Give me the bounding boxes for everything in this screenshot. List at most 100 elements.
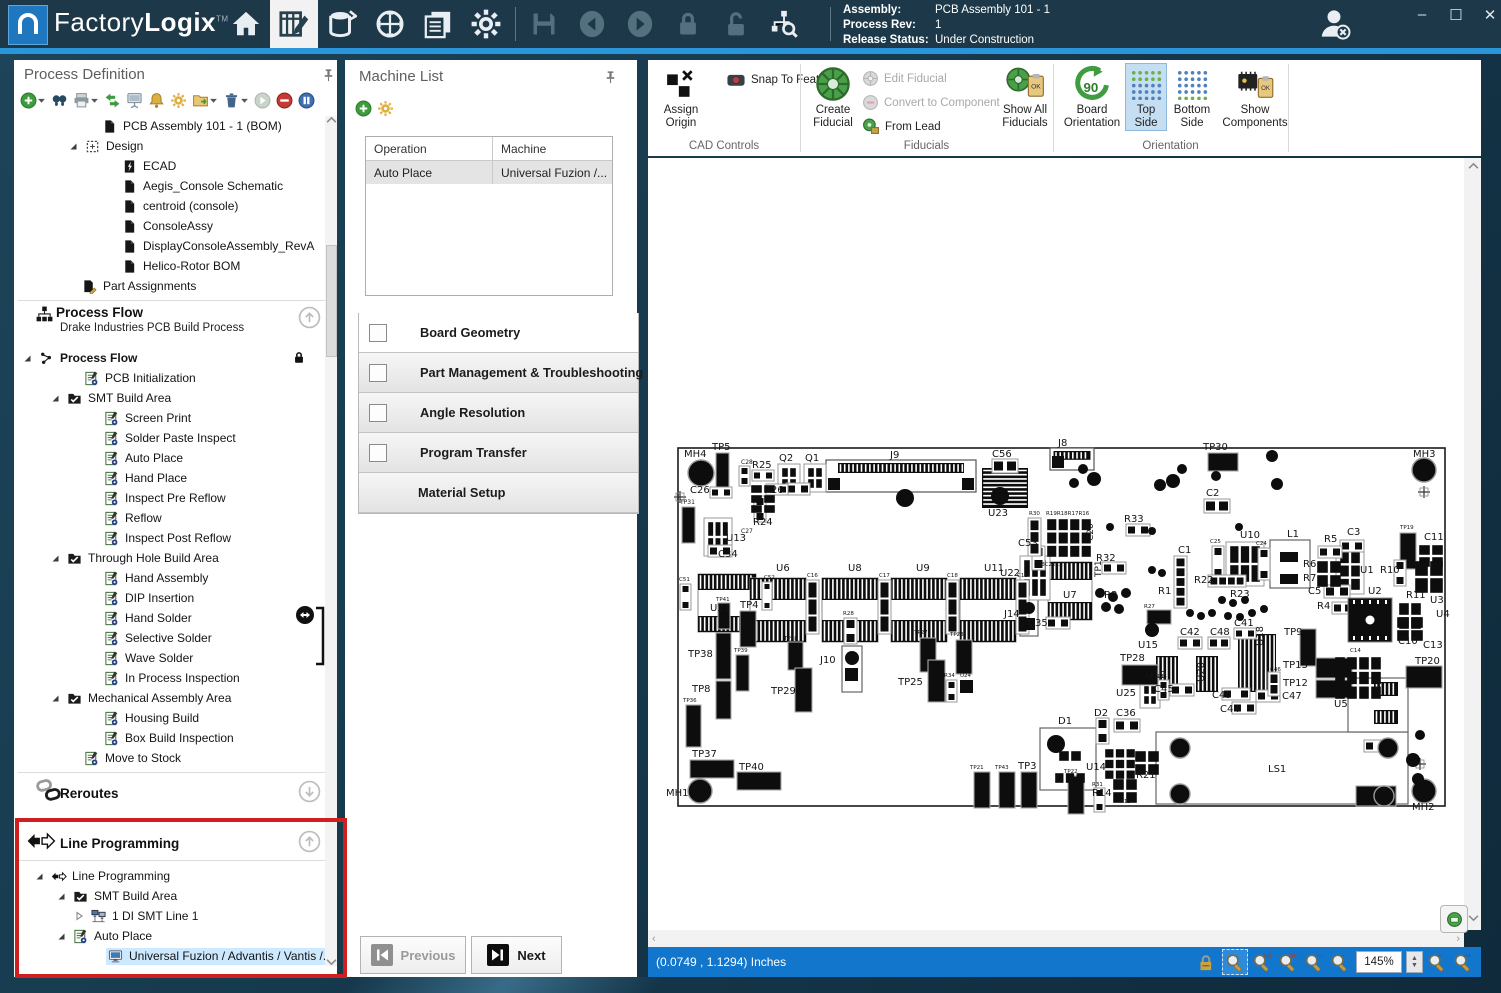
left-panel-scrollbar[interactable]: [325, 116, 337, 966]
tab-checkbox[interactable]: [369, 324, 387, 342]
tree-item-universal-fuzion-advantis-vantis[interactable]: Universal Fuzion / Advantis / Vantis /..…: [14, 946, 324, 966]
tree-item-auto-place[interactable]: Auto Place: [14, 448, 324, 468]
tree-item-auto-place[interactable]: Auto Place: [14, 926, 324, 946]
tree-item-pcb-initialization[interactable]: PCB Initialization: [14, 368, 324, 388]
tree-item-design[interactable]: Design: [14, 136, 324, 156]
machine-row[interactable]: Auto PlaceUniversal Fuzion /...: [366, 161, 612, 184]
tree-item-reflow[interactable]: Reflow: [14, 508, 324, 528]
pause-icon[interactable]: [298, 92, 315, 109]
zoom-in-fast-icon[interactable]: ++: [1451, 950, 1475, 974]
print-icon[interactable]: [73, 92, 99, 109]
alert-icon[interactable]: [148, 92, 165, 109]
audit-search-icon[interactable]: [760, 0, 808, 48]
show-components-button[interactable]: OK Show Components: [1220, 64, 1290, 130]
zoom-100-icon[interactable]: 100: [1250, 950, 1274, 974]
tab-material-setup[interactable]: Material Setup: [359, 473, 638, 513]
remove-icon[interactable]: [276, 92, 293, 109]
go-icon[interactable]: [254, 92, 271, 109]
tree-item-smt-build-area[interactable]: SMT Build Area: [14, 388, 324, 408]
home-icon[interactable]: [222, 0, 270, 48]
gear-icon[interactable]: [170, 92, 187, 109]
tree-item-hand-solder[interactable]: Hand Solder: [14, 608, 324, 628]
lock-icon[interactable]: [664, 0, 712, 48]
tree-item-displayconsoleassembly-reva[interactable]: DisplayConsoleAssembly_RevA: [14, 236, 324, 256]
zoom-out-icon[interactable]: −−: [1302, 950, 1326, 974]
tree-item-screen-print[interactable]: Screen Print: [14, 408, 324, 428]
tree-item-ecad[interactable]: ECAD: [14, 156, 324, 176]
column-header-machine[interactable]: Machine: [493, 137, 612, 160]
find-icon[interactable]: [51, 92, 68, 109]
scroll-up-icon[interactable]: [326, 116, 337, 124]
tree-item-hand-assembly[interactable]: Hand Assembly: [14, 568, 324, 588]
add-icon[interactable]: [20, 92, 46, 109]
collapsed-expander-icon[interactable]: [74, 911, 86, 921]
tab-checkbox[interactable]: [369, 444, 387, 462]
scroll-down-icon[interactable]: [1468, 914, 1479, 922]
assign-origin-button[interactable]: Assign Origin: [652, 64, 710, 130]
forward-icon[interactable]: [616, 0, 664, 48]
expanded-expander-icon[interactable]: [56, 891, 68, 901]
board-orientation-button[interactable]: 90 Board Orientation: [1060, 64, 1124, 130]
expanded-expander-icon[interactable]: [50, 553, 62, 563]
tree-item-in-process-inspection[interactable]: In Process Inspection: [14, 668, 324, 688]
tree-item-inspect-post-reflow[interactable]: Inspect Post Reflow: [14, 528, 324, 548]
gear-icon[interactable]: [377, 100, 394, 117]
tree-item-aegis-console-schematic[interactable]: Aegis_Console Schematic: [14, 176, 324, 196]
export-icon[interactable]: [192, 92, 218, 109]
tab-part-management-troubleshooting[interactable]: Part Management & Troubleshooting: [359, 353, 638, 393]
scroll-down-icon[interactable]: [326, 958, 337, 966]
zoom-level-value[interactable]: 145%: [1356, 951, 1402, 973]
tab-checkbox[interactable]: [369, 404, 387, 422]
maximize-button[interactable]: ☐: [1446, 6, 1466, 24]
expanded-expander-icon[interactable]: [56, 931, 68, 941]
pin-icon[interactable]: [321, 68, 336, 83]
tree-item-selective-solder[interactable]: Selective Solder: [14, 628, 324, 648]
scroll-left-icon[interactable]: ‹: [652, 933, 656, 945]
tree-item-move-to-stock[interactable]: Move to Stock: [14, 748, 324, 768]
edit-fiducial-button[interactable]: Edit Fiducial: [862, 70, 947, 87]
scrollbar-thumb[interactable]: [326, 245, 337, 357]
zoom-all-icon[interactable]: ALL: [1276, 950, 1300, 974]
presentation-icon[interactable]: [126, 92, 143, 109]
close-button[interactable]: ✕: [1480, 6, 1500, 24]
top-side-button[interactable]: Top Side: [1126, 64, 1166, 130]
tree-item-1-di-smt-line-1[interactable]: 1 DI SMT Line 1: [14, 906, 324, 926]
layers-quick-button[interactable]: [1440, 905, 1468, 933]
pan-lock-icon[interactable]: [1196, 950, 1220, 974]
tree-item-line-programming[interactable]: Line Programming: [14, 866, 324, 886]
add-icon[interactable]: [355, 100, 372, 117]
expanded-expander-icon[interactable]: [34, 871, 46, 881]
tab-board-geometry[interactable]: Board Geometry: [359, 313, 638, 353]
scroll-up-icon[interactable]: [1468, 162, 1479, 170]
expanded-expander-icon[interactable]: [22, 353, 34, 363]
scroll-right-icon[interactable]: ›: [1456, 933, 1460, 945]
back-icon[interactable]: [568, 0, 616, 48]
tree-item-box-build-inspection[interactable]: Box Build Inspection: [14, 728, 324, 748]
tree-item-solder-paste-inspect[interactable]: Solder Paste Inspect: [14, 428, 324, 448]
delete-icon[interactable]: [223, 92, 249, 109]
tab-checkbox[interactable]: [369, 364, 387, 382]
previous-button[interactable]: Previous: [360, 936, 466, 974]
tree-item-smt-build-area[interactable]: SMT Build Area: [14, 886, 324, 906]
reports-icon[interactable]: [414, 0, 462, 48]
show-all-fiducials-button[interactable]: OK Show All Fiducials: [996, 64, 1054, 130]
zoom-window-icon[interactable]: [1222, 949, 1248, 975]
unlock-icon[interactable]: [712, 0, 760, 48]
tree-item-mechanical-assembly-area[interactable]: Mechanical Assembly Area: [14, 688, 324, 708]
tree-item-helico-rotor-bom[interactable]: Helico-Rotor BOM: [14, 256, 324, 276]
tree-item-consoleassy[interactable]: ConsoleAssy: [14, 216, 324, 236]
horizontal-scrollbar[interactable]: ‹ ›: [648, 930, 1464, 947]
design-icon[interactable]: [270, 0, 318, 48]
tree-item-wave-solder[interactable]: Wave Solder: [14, 648, 324, 668]
column-header-operation[interactable]: Operation: [366, 137, 493, 160]
zoom-out-alt-icon[interactable]: −: [1328, 950, 1352, 974]
collapse-up-icon[interactable]: [298, 830, 321, 853]
production-icon[interactable]: [318, 0, 366, 48]
cad-viewer-icon[interactable]: [366, 0, 414, 48]
tab-program-transfer[interactable]: Program Transfer: [359, 433, 638, 473]
save-icon[interactable]: [520, 0, 568, 48]
tree-item-housing-build[interactable]: Housing Build: [14, 708, 324, 728]
minimize-button[interactable]: –: [1412, 6, 1432, 24]
from-lead-button[interactable]: From Lead: [862, 118, 941, 135]
collapse-down-icon[interactable]: [298, 780, 321, 803]
